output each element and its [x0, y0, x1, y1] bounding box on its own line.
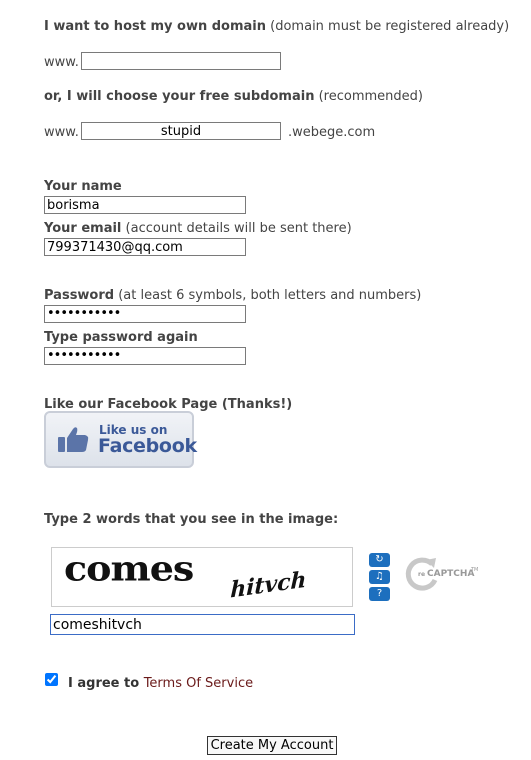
facebook-button-big-text: Facebook — [98, 435, 197, 457]
own-domain-title: I want to host my own domain — [44, 19, 267, 34]
audio-icon[interactable]: ♫ — [369, 570, 390, 584]
recaptcha-brand: CAPTCHA — [427, 569, 475, 579]
create-account-button[interactable]: Create My Account — [207, 736, 337, 755]
email-label: Your email (account details will be sent… — [44, 221, 352, 236]
captcha-word-1: comes — [64, 548, 194, 589]
terms-link[interactable]: Terms Of Service — [144, 676, 253, 691]
name-label: Your name — [44, 179, 122, 194]
facebook-title: Like our Facebook Page (Thanks!) — [44, 397, 293, 412]
password-title: Password — [44, 288, 115, 303]
captcha-label: Type 2 words that you see in the image: — [44, 512, 338, 527]
own-domain-www-prefix: www. — [44, 55, 79, 70]
own-domain-note: (domain must be registered already) — [270, 19, 510, 34]
email-title: Your email — [44, 221, 122, 236]
subdomain-label: or, I will choose your free subdomain (r… — [44, 89, 423, 104]
name-input[interactable] — [44, 196, 246, 214]
captcha-word-2: hitvch — [229, 566, 307, 604]
refresh-icon[interactable]: ↻ — [369, 553, 390, 567]
email-input[interactable] — [44, 238, 246, 256]
help-icon[interactable]: ? — [369, 587, 390, 601]
captcha-image: comes hitvch — [51, 547, 353, 607]
thumbs-up-icon — [58, 427, 89, 452]
facebook-like-button[interactable]: Like us on Facebook — [44, 411, 197, 468]
subdomain-title: or, I will choose your free subdomain — [44, 89, 315, 104]
subdomain-input[interactable] — [81, 122, 281, 140]
password-note: (at least 6 symbols, both letters and nu… — [118, 288, 422, 303]
password-again-label: Type password again — [44, 330, 198, 345]
password-again-input[interactable]: ••••••••••• — [44, 347, 246, 365]
email-note: (account details will be sent there) — [125, 221, 352, 236]
recaptcha-logo: re CAPTCHA TM — [404, 556, 484, 596]
terms-checkbox[interactable] — [45, 673, 58, 686]
subdomain-suffix: .webege.com — [288, 125, 376, 140]
password-input[interactable]: ••••••••••• — [44, 305, 246, 323]
captcha-title: Type 2 words that you see in the image: — [44, 512, 339, 527]
captcha-controls: ↻ ♫ ? — [369, 553, 391, 603]
facebook-label: Like our Facebook Page (Thanks!) — [44, 397, 292, 412]
recaptcha-brand-prefix: re — [418, 571, 426, 578]
captcha-response-input[interactable] — [50, 614, 355, 635]
recaptcha-tm: TM — [471, 567, 479, 573]
password-again-title: Type password again — [44, 330, 198, 345]
subdomain-www-prefix: www. — [44, 125, 79, 140]
own-domain-label: I want to host my own domain (domain mus… — [44, 19, 509, 34]
own-domain-input[interactable] — [81, 52, 281, 70]
name-title: Your name — [44, 179, 122, 194]
terms-label: I agree to Terms Of Service — [68, 676, 253, 691]
terms-prefix: I agree to — [68, 676, 140, 691]
password-label: Password (at least 6 symbols, both lette… — [44, 288, 421, 303]
subdomain-note: (recommended) — [318, 89, 423, 104]
